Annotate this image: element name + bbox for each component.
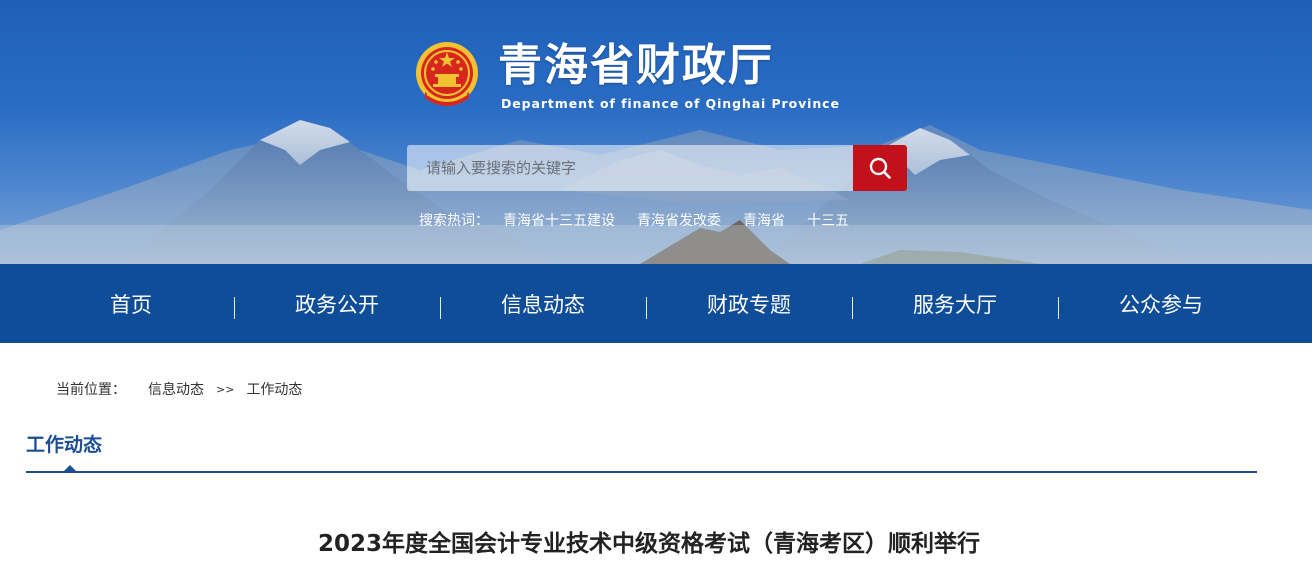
hot-word-link[interactable]: 十三五	[807, 210, 849, 230]
breadcrumb-item-news[interactable]: 信息动态	[148, 379, 204, 399]
section-divider	[26, 471, 1257, 473]
nav-item-finance-topics[interactable]: 财政专题	[646, 264, 852, 343]
main-nav: 首页 政务公开 信息动态 财政专题 服务大厅 公众参与	[0, 264, 1312, 343]
hot-words-label: 搜索热词：	[419, 213, 489, 229]
nav-item-public-participation[interactable]: 公众参与	[1058, 264, 1264, 343]
search-box	[407, 145, 907, 191]
breadcrumb-item-work-news[interactable]: 工作动态	[246, 379, 302, 399]
nav-item-news[interactable]: 信息动态	[440, 264, 646, 343]
search-input[interactable]	[407, 145, 853, 191]
nav-item-government-affairs[interactable]: 政务公开	[234, 264, 440, 343]
article-title: 2023年度全国会计专业技术中级资格考试（青海考区）顺利举行	[317, 531, 980, 557]
header-banner: 青海省财政厅 Department of finance of Qinghai …	[0, 0, 1312, 264]
hot-word-link[interactable]: 青海省十三五建设	[503, 210, 615, 230]
site-title: 青海省财政厅	[498, 40, 774, 91]
breadcrumb-label: 当前位置：	[56, 382, 126, 398]
search-icon	[869, 157, 891, 179]
search-button[interactable]	[853, 145, 907, 191]
national-emblem-icon	[416, 42, 478, 106]
nav-item-service-hall[interactable]: 服务大厅	[852, 264, 1058, 343]
hot-word-link[interactable]: 青海省	[743, 210, 785, 230]
hot-word-link[interactable]: 青海省发改委	[637, 210, 721, 230]
breadcrumb: 当前位置： 信息动态 >> 工作动态	[56, 379, 302, 399]
nav-item-home[interactable]: 首页	[28, 264, 234, 343]
section-title: 工作动态	[26, 434, 103, 456]
hot-search-words: 搜索热词： 青海省十三五建设 青海省发改委 青海省 十三五	[419, 210, 871, 230]
site-subtitle: Department of finance of Qinghai Provinc…	[501, 96, 840, 111]
breadcrumb-separator: >>	[216, 382, 235, 396]
